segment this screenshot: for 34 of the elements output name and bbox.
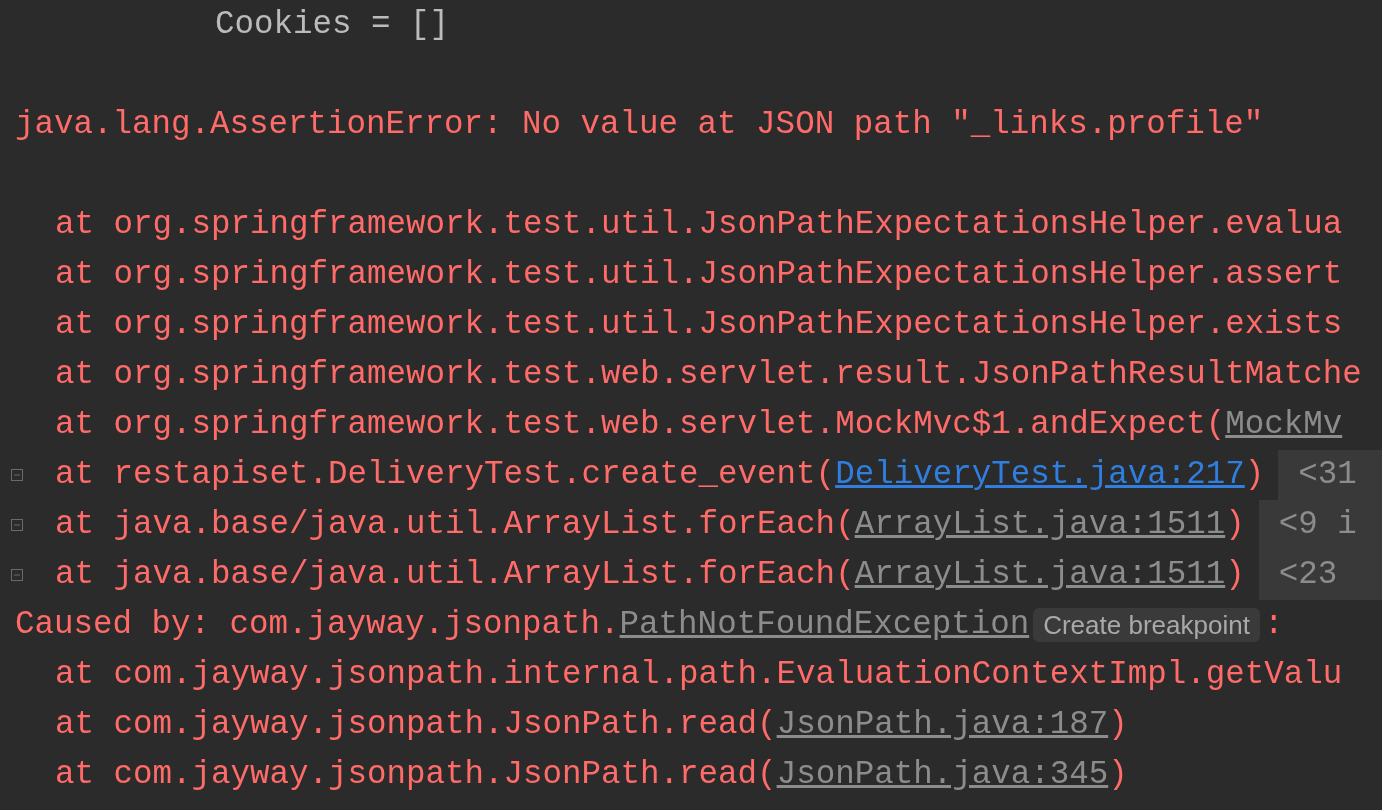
create-breakpoint-tooltip[interactable]: Create breakpoint <box>1033 608 1260 642</box>
console-text: Cookies = [] <box>215 4 450 45</box>
punctuation-text: ) <box>1108 704 1128 745</box>
console-text: Caused by: com.jayway.jsonpath. <box>15 604 620 645</box>
folded-frames-badge[interactable]: <31 <box>1278 450 1382 500</box>
console-text: at org.springframework.test.web.servlet.result.JsonPathResultMatche <box>55 354 1362 395</box>
console-text: at com.jayway.jsonpath.JsonPath.read( <box>55 704 777 745</box>
console-text: at com.jayway.jsonpath.JsonPath.read( <box>55 754 777 795</box>
punctuation-text: ) <box>1225 504 1245 545</box>
source-link[interactable]: DeliveryTest.java:217 <box>835 450 1245 500</box>
source-link[interactable]: MockMv <box>1225 400 1343 450</box>
source-link[interactable]: ArrayList.java:1511 <box>854 550 1226 600</box>
console-text: at org.springframework.test.web.servlet.MockMvc$1.andExpect( <box>55 404 1226 445</box>
punctuation-text: ) <box>1244 454 1265 495</box>
console-text: at com.jayway.jsonpath.internal.path.EvaluationContextImpl.getValu <box>55 654 1343 695</box>
console-text: at java.base/java.util.ArrayList.forEach( <box>55 554 855 595</box>
punctuation-text: ) <box>1108 754 1128 795</box>
fold-icon[interactable] <box>11 519 23 531</box>
fold-icon[interactable] <box>11 569 23 581</box>
folded-frames-badge[interactable]: <23 <box>1258 550 1382 600</box>
source-link[interactable]: ArrayList.java:1511 <box>854 500 1226 550</box>
source-link[interactable]: JsonPath.java:187 <box>776 700 1109 750</box>
source-link[interactable]: JsonPath.java:345 <box>776 750 1109 800</box>
fold-icon[interactable] <box>11 469 23 481</box>
folded-frames-badge[interactable]: <9 i <box>1258 500 1382 550</box>
console-text: java.lang.AssertionError: No value at JSON path "_links.profile" <box>15 104 1264 145</box>
punctuation-text: ) <box>1225 554 1245 595</box>
console-text: at java.base/java.util.ArrayList.forEach( <box>55 504 855 545</box>
console-text: at org.springframework.test.util.JsonPathExpectationsHelper.evalua <box>55 204 1343 245</box>
console-text: at org.springframework.test.util.JsonPathExpectationsHelper.assert <box>55 254 1343 295</box>
console-text: at org.springframework.test.util.JsonPathExpectationsHelper.exists <box>55 304 1343 345</box>
punctuation-text: : <box>1263 604 1284 645</box>
source-link[interactable]: PathNotFoundException <box>619 600 1030 650</box>
console-text: at restapiset.DeliveryTest.create_event( <box>55 454 836 495</box>
